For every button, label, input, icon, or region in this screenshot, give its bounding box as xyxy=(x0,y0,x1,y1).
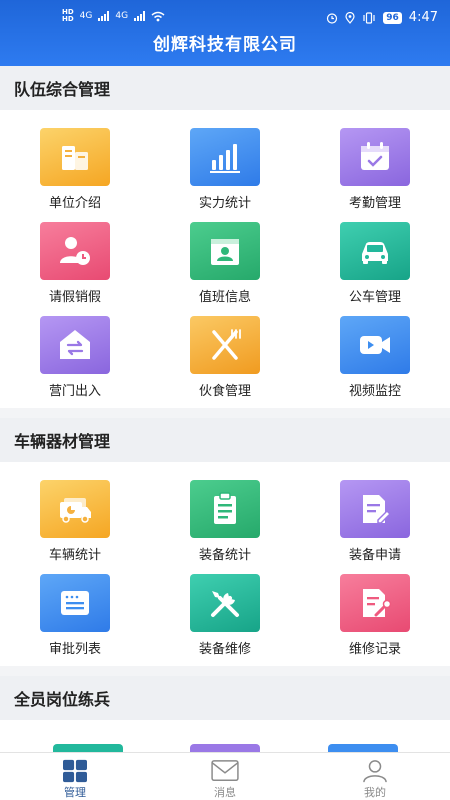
menu-item-label: 车辆统计 xyxy=(48,548,101,563)
menu-item-repair-records[interactable]: 维修记录 xyxy=(300,574,450,658)
status-left: HD HD 4G 4G xyxy=(62,9,165,23)
grid-icon xyxy=(63,759,87,783)
building-icon xyxy=(40,128,110,186)
menu-item-label: 营门出入 xyxy=(48,384,101,399)
training-tile-2[interactable] xyxy=(190,744,260,752)
main-content[interactable]: 队伍综合管理 单位介绍 实力统计 考勤管理 请假销假 值班信息 公车管理 营门出… xyxy=(0,66,450,752)
signal-icon-2 xyxy=(134,11,146,21)
training-menu-grid xyxy=(0,720,450,752)
signal-icon-1 xyxy=(98,11,110,21)
menu-item-label: 视频监控 xyxy=(348,384,401,399)
app-header: HD HD 4G 4G 96 4:47 创辉科技有限公司 xyxy=(0,0,450,66)
menu-item-strength-stats[interactable]: 实力统计 xyxy=(150,128,300,212)
menu-item-label: 考勤管理 xyxy=(348,196,401,211)
tools-icon xyxy=(190,574,260,632)
tab-label: 我的 xyxy=(364,786,386,799)
menu-item-gate-access[interactable]: 营门出入 xyxy=(0,316,150,400)
network-4g-label-1: 4G xyxy=(79,11,93,21)
menu-item-label: 维修记录 xyxy=(348,642,401,657)
menu-item-unit-intro[interactable]: 单位介绍 xyxy=(0,128,150,212)
menu-item-label: 装备维修 xyxy=(198,642,251,657)
team-menu-grid: 单位介绍 实力统计 考勤管理 请假销假 值班信息 公车管理 营门出入 伙食管理 … xyxy=(0,110,450,408)
battery-indicator: 96 xyxy=(383,11,402,24)
status-right: 96 4:47 xyxy=(326,10,438,25)
menu-item-equipment-request[interactable]: 装备申请 xyxy=(300,480,450,564)
tab-messages[interactable]: 消息 xyxy=(150,753,300,800)
menu-item-leave[interactable]: 请假销假 xyxy=(0,222,150,306)
training-tile-3[interactable] xyxy=(328,744,398,752)
equipment-menu-grid: 车辆统计 装备统计 装备申请 审批列表 装备维修 维修记录 xyxy=(0,462,450,666)
menu-item-label: 单位介绍 xyxy=(48,196,101,211)
car-icon xyxy=(340,222,410,280)
list-card-icon xyxy=(40,574,110,632)
alarm-icon xyxy=(327,12,338,24)
user-clock-icon xyxy=(40,222,110,280)
section-title-training: 全员岗位练兵 xyxy=(0,676,450,720)
menu-item-duty-info[interactable]: 值班信息 xyxy=(150,222,300,306)
document-edit-icon xyxy=(340,480,410,538)
tab-label: 管理 xyxy=(64,786,86,799)
gate-exchange-icon xyxy=(40,316,110,374)
person-icon xyxy=(363,760,387,783)
bottom-tab-bar: 管理 消息 我的 xyxy=(0,752,450,800)
hd-label-2: HD xyxy=(62,15,74,23)
duty-schedule-icon xyxy=(190,222,260,280)
app-screen: HD HD 4G 4G 96 4:47 创辉科技有限公司 队伍综合管理 单位介绍… xyxy=(0,0,450,800)
menu-item-label: 请假销假 xyxy=(48,290,101,305)
record-wrench-icon xyxy=(340,574,410,632)
location-icon xyxy=(345,11,355,24)
bar-chart-icon xyxy=(190,128,260,186)
menu-item-equipment-stats[interactable]: 装备统计 xyxy=(150,480,300,564)
training-tile-1[interactable] xyxy=(53,744,123,752)
menu-item-vehicle-stats[interactable]: 车辆统计 xyxy=(0,480,150,564)
network-4g-label-2: 4G xyxy=(115,11,129,21)
section-divider xyxy=(0,666,450,676)
calendar-check-icon xyxy=(340,128,410,186)
menu-item-label: 值班信息 xyxy=(198,290,251,305)
menu-item-label: 装备统计 xyxy=(198,548,251,563)
tab-profile[interactable]: 我的 xyxy=(300,753,450,800)
vibrate-icon xyxy=(363,11,375,24)
menu-item-label: 实力统计 xyxy=(198,196,251,211)
wifi-icon xyxy=(151,11,165,21)
menu-item-label: 装备申请 xyxy=(348,548,401,563)
menu-item-vehicle-management[interactable]: 公车管理 xyxy=(300,222,450,306)
clipboard-icon xyxy=(190,480,260,538)
video-camera-icon xyxy=(340,316,410,374)
hd-icon: HD HD xyxy=(62,9,74,23)
menu-item-video-surveillance[interactable]: 视频监控 xyxy=(300,316,450,400)
envelope-icon xyxy=(211,760,239,781)
menu-item-label: 审批列表 xyxy=(48,642,101,657)
section-divider xyxy=(0,408,450,418)
status-time: 4:47 xyxy=(408,10,438,25)
truck-icon xyxy=(40,480,110,538)
app-title: 创辉科技有限公司 xyxy=(153,35,297,55)
menu-item-catering[interactable]: 伙食管理 xyxy=(150,316,300,400)
menu-item-attendance[interactable]: 考勤管理 xyxy=(300,128,450,212)
menu-item-label: 伙食管理 xyxy=(198,384,251,399)
menu-item-approval-list[interactable]: 审批列表 xyxy=(0,574,150,658)
menu-item-label: 公车管理 xyxy=(348,290,401,305)
status-bar: HD HD 4G 4G 96 4:47 xyxy=(0,0,450,30)
section-title-team: 队伍综合管理 xyxy=(0,66,450,110)
tab-label: 消息 xyxy=(214,786,236,799)
menu-item-equipment-repair[interactable]: 装备维修 xyxy=(150,574,300,658)
tab-management[interactable]: 管理 xyxy=(0,753,150,800)
utensils-icon xyxy=(190,316,260,374)
section-title-vehicles-equipment: 车辆器材管理 xyxy=(0,418,450,462)
